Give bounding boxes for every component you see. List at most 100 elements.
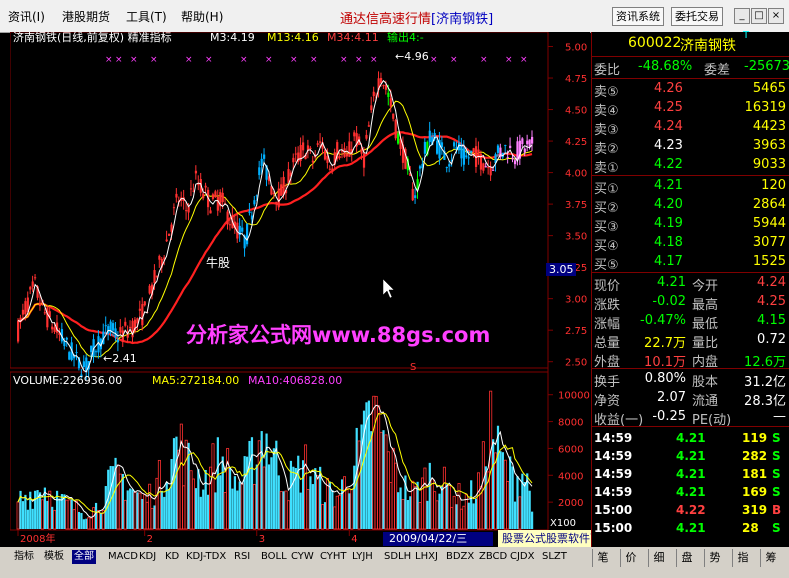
volume-bar bbox=[191, 478, 195, 530]
volume-bar bbox=[467, 502, 470, 529]
tab-slzt[interactable]: SLZT bbox=[540, 550, 569, 564]
price-header-name: 济南钢铁(日线,前复权) 精准指标 bbox=[13, 32, 172, 44]
tab-sdlh[interactable]: SDLH bbox=[382, 550, 413, 564]
close-icon[interactable]: × bbox=[768, 8, 784, 24]
candle-body bbox=[29, 286, 32, 290]
candle-body bbox=[462, 148, 465, 165]
volume-bar bbox=[389, 482, 393, 530]
candle-body bbox=[31, 281, 34, 287]
tab-模板[interactable]: 模板 bbox=[42, 550, 66, 564]
volume-bar bbox=[177, 449, 181, 530]
kline-chart[interactable]: × × × × × × × × × × × × × × × × × × 济南钢铁(日线,前复权) 精准指标 M3:… bbox=[9, 30, 590, 547]
right-tab-5[interactable]: 指 bbox=[732, 549, 753, 567]
x-tick-label: 2008年 bbox=[20, 532, 55, 545]
candle-body bbox=[282, 176, 285, 195]
sell-row[interactable]: 卖① 4.22 9033 bbox=[592, 156, 789, 176]
candle-body bbox=[323, 150, 327, 160]
volume-bar bbox=[297, 455, 300, 529]
buy-row[interactable]: 买③ 4.19 5944 bbox=[592, 215, 789, 235]
candle-body bbox=[228, 224, 232, 226]
candle-body bbox=[423, 141, 427, 154]
sell-row[interactable]: 卖④ 4.25 16319 bbox=[592, 99, 789, 119]
buy-row[interactable]: 买⑤ 4.17 1525 bbox=[592, 253, 789, 273]
right-tab-4[interactable]: 势 bbox=[704, 549, 725, 567]
info-system-button[interactable]: 资讯系统 bbox=[612, 7, 664, 26]
tab-rsi[interactable]: RSI bbox=[232, 550, 252, 564]
candle-body bbox=[34, 277, 37, 279]
stat2-row[interactable]: 换手 0.80% 股本 31.2亿 bbox=[592, 370, 789, 390]
candle-body bbox=[294, 153, 297, 155]
stat-row[interactable]: 外盘 10.1万 内盘 12.6万 bbox=[592, 350, 789, 370]
volume-bar bbox=[513, 501, 517, 529]
maximize-icon[interactable]: □ bbox=[751, 8, 767, 24]
stat-row[interactable]: 现价 4.21 今开 4.24 bbox=[592, 274, 789, 294]
stat-row[interactable]: 涨跌 -0.02 最高 4.25 bbox=[592, 293, 789, 313]
tab-kdj-tdx[interactable]: KDJ-TDX bbox=[184, 550, 228, 564]
volume-bar bbox=[267, 464, 271, 529]
sell-row[interactable]: 卖② 4.23 3963 bbox=[592, 137, 789, 157]
tab-cjdx[interactable]: CJDX bbox=[508, 550, 536, 564]
volume-bar bbox=[333, 506, 337, 530]
chart-area[interactable]: × × × × × × × × × × × × × × × × × × 济南钢铁(日线,前复权) 精准指标 M3:… bbox=[9, 30, 590, 547]
volume-bar bbox=[496, 425, 500, 529]
tab-指标[interactable]: 指标 bbox=[12, 550, 36, 564]
tab-lhxj[interactable]: LHXJ bbox=[413, 550, 440, 564]
candle-body bbox=[445, 167, 448, 169]
buy-row[interactable]: 买① 4.21 120 bbox=[592, 177, 789, 197]
tab-kdj[interactable]: KDJ bbox=[137, 550, 158, 564]
trade-row: 14:59 4.21 169 S bbox=[594, 485, 781, 499]
stat2-row[interactable]: 净资 2.07 流通 28.3亿 bbox=[592, 389, 789, 409]
candle-body bbox=[141, 304, 144, 326]
menu-tools[interactable]: 工具(T) bbox=[126, 8, 167, 25]
candle-body bbox=[185, 210, 188, 212]
tab-zbcd[interactable]: ZBCD bbox=[477, 550, 509, 564]
tab-bdzx[interactable]: BDZX bbox=[444, 550, 476, 564]
minimize-icon[interactable]: _ bbox=[734, 8, 750, 24]
tab-boll[interactable]: BOLL bbox=[259, 550, 289, 564]
trade-order-button[interactable]: 委托交易 bbox=[671, 7, 723, 26]
stat2-row[interactable]: 收益(一) -0.25 PE(动) — bbox=[592, 408, 789, 428]
m34-label: M34:4.11 bbox=[327, 32, 379, 44]
tab-lyjh[interactable]: LYJH bbox=[350, 550, 375, 564]
signal-x-mark: × bbox=[265, 55, 273, 65]
sell-row[interactable]: 卖③ 4.24 4423 bbox=[592, 118, 789, 138]
stat-row[interactable]: 总量 22.7万 量比 0.72 bbox=[592, 331, 789, 351]
volume-bar bbox=[531, 511, 534, 529]
buy-row[interactable]: 买② 4.20 2864 bbox=[592, 196, 789, 216]
candle-body bbox=[43, 312, 46, 314]
volume-axis: 10000 8000 6000 4000 2000 bbox=[548, 391, 590, 509]
right-tab-2[interactable]: 细 bbox=[648, 549, 669, 567]
candle-body bbox=[365, 134, 368, 139]
buy-row[interactable]: 买④ 4.18 3077 bbox=[592, 234, 789, 254]
volume-bar bbox=[379, 431, 383, 530]
candle-body bbox=[353, 132, 356, 137]
tab-全部[interactable]: 全部 bbox=[72, 550, 96, 564]
window-title: 通达信高速行情[济南钢铁] bbox=[340, 12, 494, 27]
menu-info[interactable]: 资讯(I) bbox=[8, 8, 45, 25]
right-tab-0[interactable]: 笔 bbox=[592, 549, 613, 567]
volume-bar bbox=[335, 495, 339, 530]
candle-body bbox=[287, 169, 290, 183]
weibi-value: -48.68% bbox=[638, 59, 693, 74]
sell-row[interactable]: 卖⑤ 4.26 5465 bbox=[592, 80, 789, 100]
volume-tick-label: 8000 bbox=[558, 418, 583, 429]
tab-cyht[interactable]: CYHT bbox=[318, 550, 349, 564]
volume-bar bbox=[136, 492, 139, 529]
menu-help[interactable]: 帮助(H) bbox=[181, 8, 223, 25]
right-tab-3[interactable]: 盘 bbox=[676, 549, 697, 567]
right-tab-6[interactable]: 筹 bbox=[760, 549, 781, 567]
candle-body bbox=[143, 301, 146, 306]
volume-bar bbox=[202, 489, 205, 529]
tab-cyw[interactable]: CYW bbox=[289, 550, 316, 564]
volume-bar bbox=[216, 437, 219, 529]
volume-bar bbox=[226, 448, 230, 530]
volume-bars bbox=[16, 390, 534, 530]
right-tab-1[interactable]: 价 bbox=[620, 549, 641, 567]
volume-bar bbox=[40, 499, 44, 530]
stat-row[interactable]: 涨幅 -0.47% 最低 4.15 bbox=[592, 312, 789, 332]
vol-unit: X100 bbox=[550, 518, 576, 529]
tab-macd[interactable]: MACD bbox=[106, 550, 140, 564]
candle-body bbox=[172, 207, 176, 209]
menu-hk-futures[interactable]: 港股期货 bbox=[62, 8, 110, 25]
tab-kd[interactable]: KD bbox=[163, 550, 181, 564]
